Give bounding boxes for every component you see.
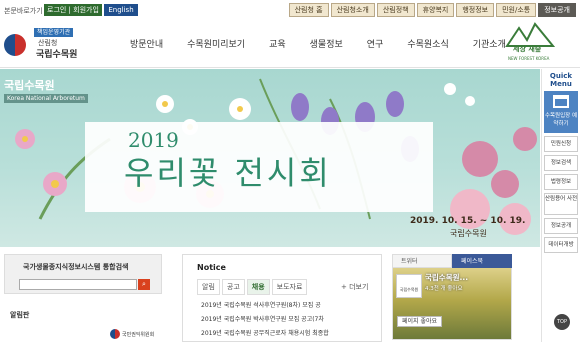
facebook-page-name[interactable]: 국립수목원... [425,272,468,283]
top-utility-bar: 본문바로가기 로그인 | 회원가입 English 산림청 홈 산림청소개 산림… [0,0,580,20]
alert-board-banner[interactable]: 국민권익위원회 [100,328,160,342]
logo-tag: 책임운영기관 [34,28,74,37]
notice-panel: Notice 알림 공고 채용 보도자료 + 더보기 2019년 국립수목원 석… [182,254,382,342]
government-emblem-icon [110,329,120,339]
quick-menu: Quick Menu 수목원입장 예약하기 민원신청 정보검색 법령정보 산림용… [541,69,580,342]
scroll-top-button[interactable]: TOP [554,314,570,330]
calendar-icon [553,95,569,108]
tab-twitter[interactable]: 트위터 [392,254,452,268]
site-tab-home[interactable]: 산림청 홈 [288,3,329,17]
list-item[interactable]: 2019년 국립수목원 석사후연구원(8차) 모집 공 [201,299,371,313]
species-search-title: 국가생물종지식정보시스템 통합검색 [23,263,129,271]
government-emblem-icon [4,34,26,56]
social-panel: 트위터 페이스북 국립수목원 국립수목원... 4.3천 개 좋아요 페이지 좋… [392,254,512,342]
quick-item-forest-glossary[interactable]: 산림용어 사전 [544,193,578,215]
forest-service-site-tabs: 산림청 홈 산림청소개 산림정책 휴양복지 행정정보 민원/소통 정보공개 [288,3,576,17]
new-forest-text: 세상 새숲 [513,45,542,53]
quick-menu-title: Quick Menu [549,72,573,88]
hero-site-label: 국립수목원 Korea National Arboretum [4,77,88,103]
hero-title: 우리꽃 전시회 [124,154,332,192]
logo-main: 국립수목원 [36,50,78,60]
hero-label-ko: 국립수목원 [4,79,55,92]
facebook-like-count: 4.3천 개 좋아요 [425,286,463,292]
english-button[interactable]: English [104,4,138,16]
site-tab-civil[interactable]: 민원/소통 [496,3,537,17]
alert-board-title: 알림판 [10,311,30,319]
quick-item-open-data[interactable]: 데이터개방 [544,237,578,253]
site-tab-policy[interactable]: 산림정책 [376,3,415,17]
facebook-like-button[interactable]: 페이지 좋아요 [397,316,443,327]
nav-education[interactable]: 교육 [257,37,298,50]
quick-item-info-search[interactable]: 정보검색 [544,155,578,171]
main-navigation: 방문안내 수목원미리보기 교육 생물정보 연구 수목원소식 기관소개 [118,37,518,50]
site-tab-intro[interactable]: 산림청소개 [330,3,375,17]
notice-tabs: 알림 공고 채용 보도자료 [197,279,309,295]
arboretum-logo[interactable]: 책임운영기관 산림청 국립수목원 [4,28,99,62]
alert-org-text: 국민권익위원회 [122,332,155,338]
species-search-input[interactable] [19,279,137,290]
site-tab-admin-info[interactable]: 행정정보 [456,3,495,17]
social-tabs: 트위터 페이스북 [392,254,512,268]
tab-notice-recruitment[interactable]: 채용 [246,279,270,295]
quick-reservation-button[interactable]: 수목원입장 예약하기 [544,91,578,133]
list-item[interactable]: 2019년 국립수목원 박사후연구원 모집 공고(7차 [201,313,371,327]
facebook-page-card[interactable]: 국립수목원 국립수목원... 4.3천 개 좋아요 페이지 좋아요 [392,268,512,340]
tab-notice-announcement[interactable]: 공고 [221,279,245,295]
notice-title: Notice [197,263,226,272]
site-tab-recreation[interactable]: 휴양복지 [416,3,455,17]
new-forest-logo[interactable]: 세상 새숲 NEW FOREST KOREA [505,22,556,66]
species-search-box: 국가생물종지식정보시스템 통합검색 ⌕ [4,254,162,294]
list-item[interactable]: 2019년 국립수목원 공무직근로자 채용시험 최종합 [201,327,371,341]
search-icon[interactable]: ⌕ [138,279,150,290]
notice-more-link[interactable]: + 더보기 [341,282,368,292]
tab-facebook[interactable]: 페이스북 [452,254,512,268]
nav-news[interactable]: 수목원소식 [395,37,460,50]
notice-list: 2019년 국립수목원 석사후연구원(8차) 모집 공 2019년 국립수목원 … [201,299,371,341]
quick-item-civil-request[interactable]: 민원신청 [544,136,578,152]
facebook-profile-image: 국립수목원 [396,274,422,298]
tab-notice-alert[interactable]: 알림 [197,279,220,295]
nav-preview[interactable]: 수목원미리보기 [175,37,257,50]
nav-research[interactable]: 연구 [355,37,396,50]
nav-visit[interactable]: 방문안내 [118,37,175,50]
quick-item-disclosure[interactable]: 정보공개 [544,218,578,234]
site-tab-disclosure[interactable]: 정보공개 [538,3,576,17]
nav-bio-info[interactable]: 생물정보 [298,37,355,50]
site-header: 책임운영기관 산림청 국립수목원 방문안내 수목원미리보기 교육 생물정보 연구… [0,20,580,68]
skip-to-content-link[interactable]: 본문바로가기 [4,6,43,16]
hero-date: 2019. 10. 15. ~ 10. 19. [410,216,526,226]
login-signup-button[interactable]: 로그인 | 회원가입 [44,4,102,16]
quick-reservation-label: 수목원입장 예약하기 [544,113,578,127]
tab-notice-press[interactable]: 보도자료 [271,279,308,295]
quick-item-law-info[interactable]: 법령정보 [544,174,578,190]
hero-label-en: Korea National Arboretum [4,94,88,103]
new-forest-caption: NEW FOREST KOREA [508,56,550,61]
hero-organizer: 국립수목원 [450,229,487,238]
